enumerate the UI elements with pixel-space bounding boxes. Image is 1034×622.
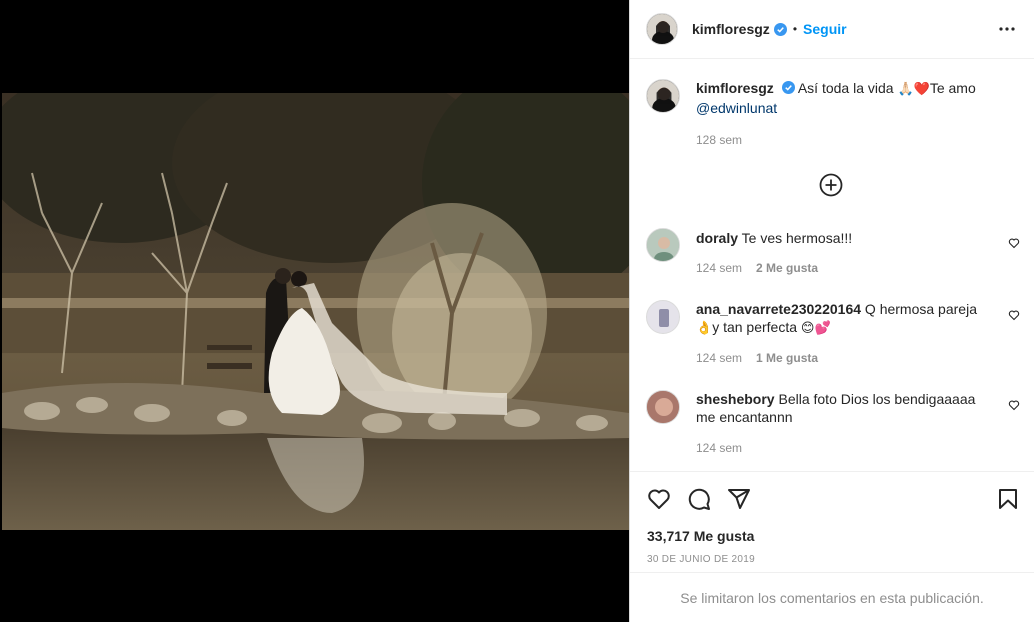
caption-body-end: Te amo <box>929 80 976 96</box>
send-icon[interactable] <box>727 487 751 511</box>
comment-time[interactable]: 124 sem <box>696 261 742 275</box>
post-date: 30 DE JUNIO DE 2019 <box>647 554 755 565</box>
heart-icon[interactable] <box>1008 237 1020 249</box>
heart-icon[interactable] <box>647 487 671 511</box>
comment-meta: 124 sem <box>696 441 742 455</box>
bookmark-icon[interactable] <box>996 487 1020 511</box>
follow-button[interactable]: Seguir <box>803 21 847 37</box>
comment-likes[interactable]: 2 Me gusta <box>756 261 818 275</box>
comment-text: sheshebory Bella foto Dios los bendigaaa… <box>696 390 975 426</box>
comment-meta: 124 sem 1 Me gusta <box>696 351 818 365</box>
comment-time[interactable]: 124 sem <box>696 441 742 455</box>
avatar[interactable] <box>646 228 680 262</box>
post-media[interactable] <box>0 0 629 622</box>
instagram-post-view: kimfloresgz • Seguir kimfloresgz Así tod… <box>0 0 1034 622</box>
comment-meta: 124 sem 2 Me gusta <box>696 261 818 275</box>
avatar[interactable] <box>646 13 678 45</box>
comment-body: Q hermosa pareja <box>864 301 977 317</box>
post-sidebar: kimfloresgz • Seguir kimfloresgz Así tod… <box>629 0 1034 622</box>
caption-body: Así toda la vida <box>797 80 898 96</box>
verified-badge-icon <box>773 22 787 36</box>
comment-item: sheshebory Bella foto Dios los bendigaaa… <box>646 390 1018 426</box>
comment-item: ana_navarrete230220164 Q hermosa pareja … <box>646 300 1018 338</box>
comments-scroll-area[interactable]: kimfloresgz Así toda la vida 🙏🏻❤️Te amo … <box>630 60 1034 471</box>
header-username[interactable]: kimfloresgz <box>692 21 770 37</box>
post-header: kimfloresgz • Seguir <box>630 0 1034 59</box>
add-circle-icon[interactable] <box>819 173 843 197</box>
heart-icon[interactable] <box>1008 309 1020 321</box>
caption-time[interactable]: 128 sem <box>696 133 742 147</box>
comment-username[interactable]: ana_navarrete230220164 <box>696 301 861 317</box>
comment-emoji-2: 😊💕 <box>800 321 831 336</box>
comment-username[interactable]: sheshebory <box>696 391 775 407</box>
comments-limited-notice: Se limitaron los comentarios en esta pub… <box>630 572 1034 622</box>
wedding-photo <box>2 93 629 530</box>
likes-count[interactable]: 33,717 Me gusta <box>647 528 754 544</box>
avatar[interactable] <box>646 79 680 113</box>
separator-dot: • <box>792 22 798 36</box>
comment-username[interactable]: doraly <box>696 230 738 246</box>
comment-body-2: me encantannn <box>696 409 793 425</box>
comment-item: doraly Te ves hermosa!!! <box>646 228 1018 262</box>
more-options-icon[interactable] <box>998 20 1016 38</box>
comment-text: doraly Te ves hermosa!!! <box>696 228 852 262</box>
avatar[interactable] <box>646 300 680 334</box>
comment-body: Bella foto Dios los bendigaaaaa <box>778 391 976 407</box>
avatar[interactable] <box>646 390 680 424</box>
comment-time[interactable]: 124 sem <box>696 351 742 365</box>
caption-username[interactable]: kimfloresgz <box>696 80 774 96</box>
post-actions: 33,717 Me gusta 30 DE JUNIO DE 2019 <box>630 471 1034 572</box>
caption-text: kimfloresgz Así toda la vida 🙏🏻❤️Te amo … <box>696 79 976 117</box>
caption-emoji: 🙏🏻❤️ <box>897 82 930 97</box>
comment-likes[interactable]: 1 Me gusta <box>756 351 818 365</box>
heart-icon[interactable] <box>1008 399 1020 411</box>
comment-text: ana_navarrete230220164 Q hermosa pareja … <box>696 300 977 338</box>
caption: kimfloresgz Así toda la vida 🙏🏻❤️Te amo … <box>646 79 1018 117</box>
mention-link[interactable]: @edwinlunat <box>696 100 777 116</box>
comment-body-2: y tan perfecta <box>712 319 801 335</box>
verified-badge-icon <box>781 81 795 94</box>
comment-icon[interactable] <box>687 487 711 511</box>
comment-body: Te ves hermosa!!! <box>741 230 853 246</box>
comment-emoji: 👌 <box>696 321 713 336</box>
